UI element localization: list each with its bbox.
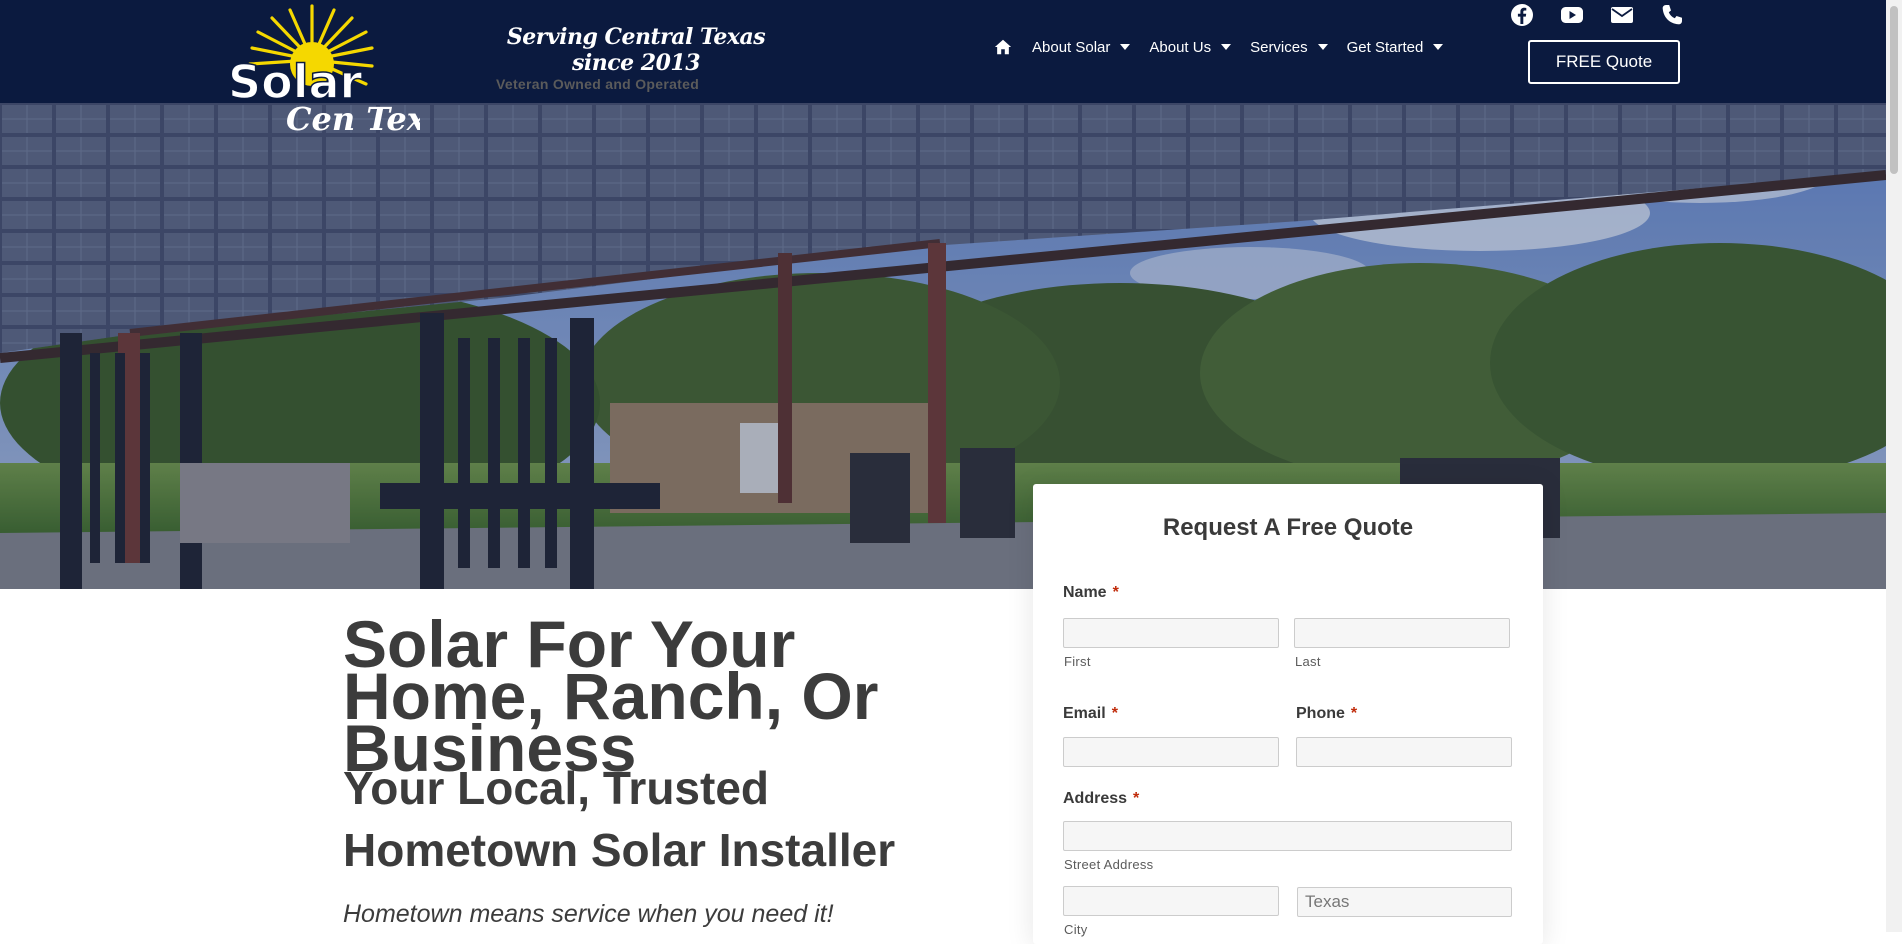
home-icon[interactable] — [994, 38, 1012, 56]
quote-form-card: Request A Free Quote Name * First Last Em… — [1033, 484, 1543, 944]
phone-icon[interactable] — [1659, 2, 1685, 28]
page-scrollbar[interactable] — [1886, 0, 1902, 932]
caret-down-icon — [1120, 44, 1131, 50]
required-mark: * — [1111, 705, 1118, 722]
first-sublabel: First — [1064, 654, 1091, 669]
free-quote-button[interactable]: FREE Quote — [1528, 40, 1680, 84]
hero-subheading: Your Local, Trusted Hometown Solar Insta… — [343, 762, 896, 876]
state-input[interactable]: Texas — [1297, 887, 1512, 917]
last-name-input[interactable] — [1294, 618, 1510, 648]
caret-down-icon — [1317, 44, 1328, 50]
nav-get-started[interactable]: Get Started — [1347, 39, 1444, 56]
street-sublabel: Street Address — [1064, 857, 1154, 872]
required-mark: * — [1112, 584, 1119, 601]
hero-image — [0, 103, 1886, 589]
required-mark: * — [1133, 790, 1140, 807]
solar-centex-logo[interactable]: Solar Cen Tex — [220, 2, 420, 152]
main-nav: About Solar About Us Services Get Starte… — [994, 38, 1462, 56]
email-label: Email * — [1063, 705, 1118, 723]
email-label-text: Email — [1063, 705, 1106, 722]
city-input[interactable] — [1063, 886, 1279, 916]
nav-label: Services — [1250, 38, 1308, 56]
caret-down-icon — [1221, 44, 1232, 50]
tagline-sub: Veteran Owned and Operated — [496, 76, 700, 92]
caret-down-icon — [1433, 44, 1444, 50]
first-name-input[interactable] — [1063, 618, 1279, 648]
email-input[interactable] — [1063, 737, 1279, 767]
pergola-patio-photo — [0, 103, 1886, 589]
scrollbar-thumb[interactable] — [1890, 6, 1898, 174]
logo-centex-text: Cen Tex — [286, 100, 420, 138]
form-title: Request A Free Quote — [1162, 514, 1414, 541]
facebook-icon[interactable] — [1509, 2, 1535, 28]
city-sublabel: City — [1064, 922, 1088, 937]
nav-label: About Solar — [1032, 38, 1111, 56]
youtube-icon[interactable] — [1559, 2, 1585, 28]
phone-label: Phone * — [1296, 705, 1357, 723]
name-label-text: Name — [1063, 584, 1107, 601]
nav-about-solar[interactable]: About Solar — [1032, 38, 1131, 56]
required-mark: * — [1350, 705, 1358, 722]
nav-about-us[interactable]: About Us — [1149, 38, 1232, 56]
hero-heading: Solar For Your Home, Ranch, Or Business — [343, 607, 879, 785]
street-address-input[interactable] — [1063, 821, 1512, 851]
phone-input[interactable] — [1296, 737, 1512, 767]
hero-lead: Hometown means service when you need it! — [343, 900, 834, 928]
address-label: Address * — [1063, 790, 1139, 808]
social-links — [1509, 2, 1685, 28]
tagline: Serving Central Texas since 2013 Veteran… — [496, 24, 776, 92]
last-sublabel: Last — [1295, 654, 1321, 669]
nav-services[interactable]: Services — [1250, 39, 1328, 56]
email-icon[interactable] — [1609, 2, 1635, 28]
nav-label: About Us — [1149, 38, 1212, 56]
address-label-text: Address — [1063, 790, 1128, 807]
phone-label-text: Phone — [1296, 705, 1345, 722]
name-label: Name * — [1063, 584, 1119, 602]
nav-label: Get Started — [1346, 38, 1424, 56]
tagline-script: Serving Central Texas since 2013 — [506, 24, 766, 76]
